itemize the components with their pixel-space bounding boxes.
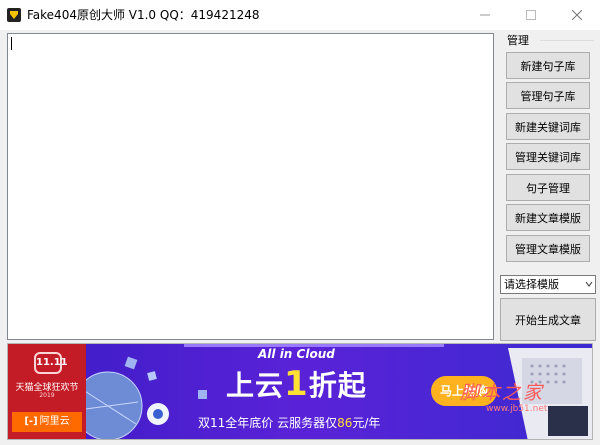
new-keyword-library-button[interactable]: 新建关键词库 [506, 113, 590, 140]
ad-banner[interactable]: 11.11 天猫全球狂欢节 2019 [-] 阿里云 All in Cloud 上… [7, 343, 593, 440]
banner-year: 2019 [39, 392, 55, 399]
banner-headline: 上云1折起 [226, 364, 367, 404]
aliyun-logo: [-] 阿里云 [12, 412, 82, 432]
double-eleven-badge: 11.11 [34, 352, 68, 374]
chevron-down-icon [585, 281, 593, 287]
template-select[interactable]: 请选择模版 [500, 275, 596, 294]
close-button[interactable] [554, 0, 600, 30]
close-icon [572, 10, 582, 20]
headline-pre: 上云 [226, 369, 285, 402]
group-divider [540, 40, 594, 41]
manage-sentence-library-button[interactable]: 管理句子库 [506, 82, 590, 109]
aliyun-brand-text: 阿里云 [39, 416, 70, 427]
sentence-management-button[interactable]: 句子管理 [506, 174, 590, 201]
headline-post: 折起 [308, 369, 367, 402]
window-title: Fake404原创大师 V1.0 QQ：419421248 [27, 8, 260, 22]
sub-post: 元/年 [352, 416, 381, 430]
app-logo-icon [6, 7, 22, 23]
banner-festival-panel: 11.11 天猫全球狂欢节 2019 [-] 阿里云 [8, 344, 86, 439]
article-text-area[interactable] [7, 33, 494, 340]
minimize-button[interactable] [462, 0, 508, 30]
aliyun-mark: [-] [24, 416, 38, 427]
title-bar: Fake404原创大师 V1.0 QQ：419421248 [0, 0, 600, 30]
manage-group-label: 管理 [507, 34, 529, 47]
sub-price: 86 [337, 416, 353, 430]
watermark-text: 脚本之家 [460, 382, 545, 404]
text-caret [11, 37, 12, 50]
banner-subtitle: 双11全年底价 云服务器仅86元/年 [198, 414, 380, 431]
sub-pre: 双11全年底价 云服务器仅 [198, 416, 338, 430]
watermark-url: www.jb51.net [486, 404, 548, 414]
manage-keyword-library-button[interactable]: 管理关键词库 [506, 143, 590, 170]
client-area: 管理 新建句子库 管理句子库 新建关键词库 管理关键词库 句子管理 新建文章模版… [0, 30, 600, 445]
maximize-button[interactable] [508, 0, 554, 30]
template-select-value: 请选择模版 [504, 278, 559, 291]
manage-article-template-button[interactable]: 管理文章模版 [506, 235, 590, 262]
start-generate-button[interactable]: 开始生成文章 [500, 298, 596, 341]
maximize-icon [526, 10, 536, 20]
new-article-template-button[interactable]: 新建文章模版 [506, 204, 590, 231]
headline-number: 1 [284, 364, 309, 404]
minimize-icon [480, 14, 490, 16]
new-sentence-library-button[interactable]: 新建句子库 [506, 52, 590, 79]
banner-tagline: All in Cloud [258, 347, 335, 361]
